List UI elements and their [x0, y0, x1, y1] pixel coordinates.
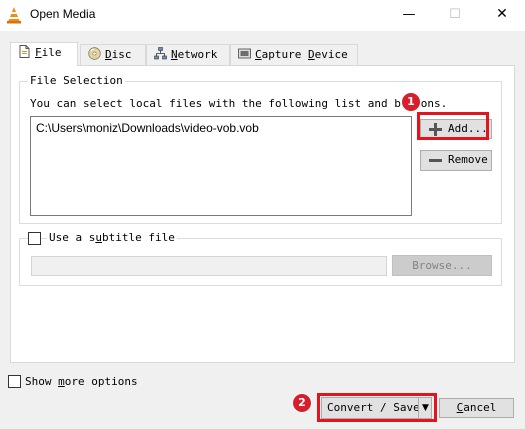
capture-device-icon	[238, 48, 251, 59]
tab-file-label: ile	[41, 46, 62, 59]
disc-icon	[88, 47, 101, 60]
more-options-mnemonic: m	[58, 375, 65, 388]
tab-disc-label: isc	[111, 48, 132, 61]
maximize-button[interactable]: ☐	[432, 0, 478, 31]
highlight-convert-button	[317, 393, 437, 422]
file-tab-panel: File Selection You can select local file…	[10, 65, 515, 363]
close-button[interactable]: ✕	[479, 0, 525, 31]
tab-capture-mnemonic-2: D	[307, 48, 315, 61]
browse-button: Browse...	[392, 255, 492, 276]
cancel-button[interactable]: Cancel	[439, 398, 514, 418]
tab-capture-label-b: evice	[314, 48, 348, 61]
subtitle-label-a: Use a s	[49, 231, 96, 244]
remove-button[interactable]: Remove	[420, 150, 492, 171]
title-bar: Open Media — ☐ ✕	[0, 0, 525, 31]
tab-file-mnemonic: F	[35, 46, 42, 59]
file-selection-legend: File Selection	[28, 74, 125, 87]
more-options-label[interactable]: Show more options	[25, 375, 138, 388]
subtitle-label-b: btitle file	[101, 231, 175, 244]
cancel-label: ancel	[463, 401, 497, 414]
subtitle-checkbox-label[interactable]: Use a subtitle file	[47, 231, 177, 244]
file-icon	[19, 45, 30, 58]
subtitle-label-mnemonic: u	[95, 231, 102, 244]
subtitle-path-input	[31, 256, 387, 276]
step-marker-2: 2	[292, 393, 312, 413]
subtitle-checkbox[interactable]	[28, 232, 41, 245]
tab-capture-mnemonic: C	[255, 48, 262, 61]
more-options-label-b: ore options	[64, 375, 138, 388]
minus-icon	[429, 159, 442, 162]
tab-capture-label-a: apture	[261, 48, 308, 61]
highlight-add-button	[417, 112, 489, 140]
tab-disc[interactable]: Disc	[80, 44, 146, 65]
window-title: Open Media	[30, 7, 96, 21]
tab-network-mnemonic: N	[171, 48, 178, 61]
tab-disc-mnemonic: D	[105, 48, 112, 61]
tab-network-label: etwork	[177, 48, 218, 61]
step-marker-1: 1	[401, 92, 421, 112]
tab-capture-device[interactable]: Capture Device	[230, 44, 358, 65]
remove-button-label: Remove	[448, 153, 488, 166]
file-selection-instructions: You can select local files with the foll…	[30, 97, 448, 110]
vlc-cone-icon	[7, 7, 21, 24]
network-icon	[154, 47, 167, 60]
tab-file[interactable]: File	[10, 42, 78, 66]
file-list-item[interactable]: C:\Users\moniz\Downloads\video-vob.vob	[36, 121, 259, 135]
minimize-button[interactable]: —	[386, 0, 432, 31]
more-options-label-a: Show	[25, 375, 59, 388]
tab-network[interactable]: Network	[146, 44, 230, 65]
file-selection-group: File Selection You can select local file…	[19, 74, 502, 224]
subtitle-group: Use a subtitle file Browse...	[19, 231, 502, 286]
file-list[interactable]: C:\Users\moniz\Downloads\video-vob.vob	[30, 116, 412, 216]
more-options-checkbox[interactable]	[8, 375, 21, 388]
